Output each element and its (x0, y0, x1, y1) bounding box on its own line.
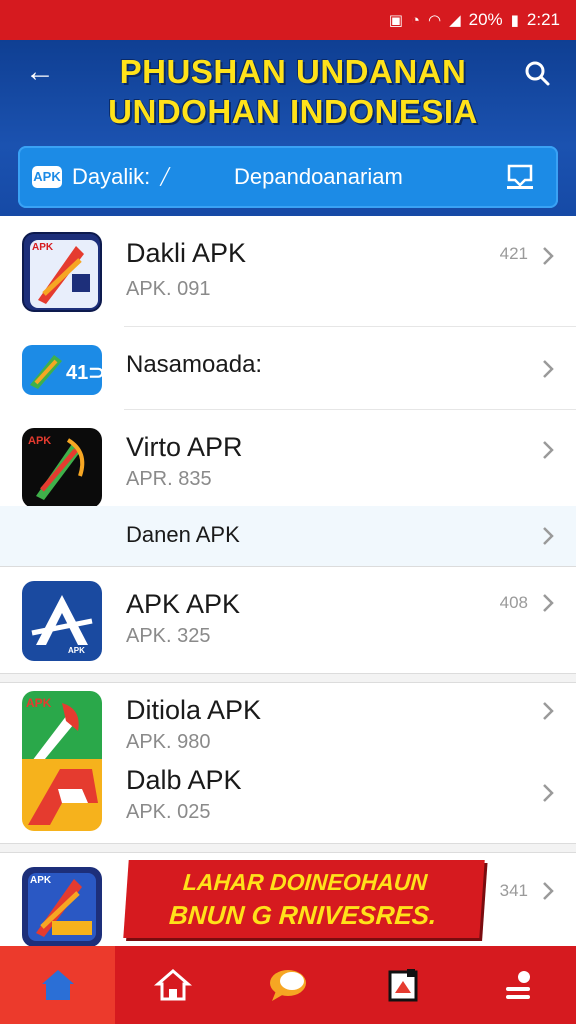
section-gap (0, 674, 576, 682)
list-item[interactable]: 41⊃ Nasamoada: (0, 327, 576, 409)
section-gap (0, 844, 576, 852)
app-name: Nasamoada: (126, 351, 263, 378)
mailbox-icon[interactable] (494, 157, 546, 197)
title-line-1: PHUSHAN UNDANAN (119, 53, 467, 90)
status-bar: ▣ ◔ ◠ ◢ 20% ▮ 2:21 (0, 0, 576, 40)
promo-banner-line-2: BNUN G RNIVESRES. (168, 900, 438, 930)
svg-text:41⊃: 41⊃ (66, 362, 102, 384)
app-name: Danen APK (126, 522, 240, 547)
battery-percent: 20% (468, 10, 503, 29)
list-item[interactable]: APK Dakli APK APK. 091 421 (0, 216, 576, 326)
app-name: APK APK (126, 589, 241, 619)
app-name: Virto APR (126, 432, 243, 462)
search-icon[interactable] (520, 56, 556, 92)
app-name: Ditiola APK (126, 695, 262, 725)
filter-bar: APK Dayalik: ╱ Depandoanariam (18, 146, 558, 208)
app-header: ← PHUSHAN UNDANAN UNDOHAN INDONESIA APK … (0, 40, 576, 216)
chat-icon (270, 970, 306, 1001)
tab-dayalik-label: Dayalik: (72, 164, 151, 189)
clock: 2:21 (526, 10, 560, 29)
app-name: Dakli APK (126, 238, 247, 268)
apk-icon: APK (22, 867, 102, 946)
chevron-right-icon (543, 784, 554, 802)
chevron-right-icon (543, 360, 554, 378)
box-icon (388, 969, 418, 1002)
apk-icon: APK (22, 581, 102, 661)
list-item[interactable]: Dalb APK APK. 025 (0, 759, 576, 843)
chevron-right-icon (543, 441, 554, 459)
nfc-icon: ▣ (388, 12, 403, 29)
app-version: APK. 025 (126, 801, 211, 823)
chevron-right-icon (543, 527, 554, 545)
svg-text:APK: APK (32, 242, 54, 253)
chevron-right-icon (543, 702, 554, 720)
chevron-right-icon (543, 882, 554, 900)
apk-icon: APK (22, 691, 102, 767)
app-version: APK. 325 (126, 625, 211, 647)
svg-text:APK: APK (30, 875, 52, 886)
list-item[interactable]: Danen APK (0, 506, 576, 566)
app-list: APK Dakli APK APK. 091 421 41⊃ Nasamoada… (0, 216, 576, 946)
svg-text:APK: APK (28, 435, 51, 447)
app-version: APR. 835 (126, 468, 212, 490)
title-line-2: UNDOHAN INDONESIA (108, 93, 478, 130)
app-meta: 341 (499, 881, 528, 900)
apk-icon: APK (22, 232, 102, 312)
signal-icon: ◢ (449, 12, 461, 29)
svg-text:APK: APK (26, 696, 52, 710)
apk-icon (22, 759, 102, 831)
chevron-right-icon (543, 247, 554, 265)
nav-profile[interactable] (461, 946, 576, 1024)
list-item[interactable]: APK Virto APR APR. 835 (0, 410, 576, 508)
home-icon (153, 969, 192, 1001)
alarm-icon: ◔ (410, 11, 420, 29)
app-meta: 408 (499, 593, 528, 612)
chevron-right-icon (543, 594, 554, 612)
apk-icon: 41⊃ (22, 345, 102, 395)
tab-dayalik[interactable]: APK Dayalik: ╱ (18, 164, 218, 190)
list-item[interactable]: APK Ditiola APK APK. 980 (0, 683, 576, 767)
app-version: APK. 980 (126, 731, 211, 753)
nav-chat[interactable] (230, 946, 345, 1024)
app-name: Dalb APK (126, 765, 242, 795)
apk-icon: APK (32, 166, 62, 188)
list-item[interactable]: APK APK APK APK. 325 408 (0, 567, 576, 673)
bottom-nav (0, 946, 576, 1024)
page-title: PHUSHAN UNDANAN UNDOHAN INDONESIA (70, 52, 516, 132)
apk-icon: APK (22, 428, 102, 508)
promo-banner-line-1: LAHAR DOINEOHAUN (182, 869, 429, 895)
nav-home-active[interactable] (0, 946, 116, 1024)
wifi-icon: ◠ (427, 12, 442, 29)
svg-text:APK: APK (68, 646, 85, 655)
app-meta: 421 (499, 244, 528, 263)
nav-box[interactable] (346, 946, 461, 1024)
promo-banner[interactable]: LAHAR DOINEOHAUN BNUN G RNIVESRES. (123, 860, 485, 938)
tab-depandoanariam-label: Depandoanariam (234, 164, 403, 189)
edit-icon: ╱ (160, 169, 170, 186)
profile-icon (506, 971, 531, 999)
battery-icon: ▮ (510, 12, 519, 29)
app-version: APK. 091 (126, 278, 211, 300)
nav-home[interactable] (115, 946, 230, 1024)
tab-depandoanariam[interactable]: Depandoanariam (218, 164, 494, 190)
home-icon (41, 970, 74, 1000)
back-arrow-icon[interactable]: ← (22, 54, 58, 90)
